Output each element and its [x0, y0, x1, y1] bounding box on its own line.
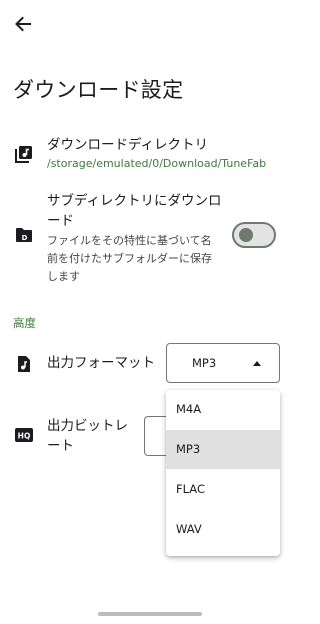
audio-file-icon	[15, 355, 33, 373]
page-title: ダウンロード設定	[13, 78, 184, 102]
caret-up-icon	[253, 361, 261, 366]
dropdown-option-mp3[interactable]: MP3	[166, 430, 280, 469]
output-bitrate-label-line1: 出力ビットレ	[47, 418, 128, 434]
svg-text:HQ: HQ	[18, 432, 31, 441]
download-directory-path: /storage/emulated/0/Download/TuneFab	[47, 157, 267, 170]
toggle-knob	[239, 228, 253, 242]
subdirectory-desc-line1: ファイルをその特性に基づいて名	[47, 234, 212, 247]
section-label-advanced: 高度	[13, 316, 36, 330]
output-format-value: MP3	[192, 356, 217, 370]
download-directory-title: ダウンロードディレクトリ	[47, 137, 209, 153]
dropdown-option-flac[interactable]: FLAC	[166, 470, 280, 509]
folder-d-icon: D	[15, 227, 33, 245]
dropdown-option-wav[interactable]: WAV	[166, 510, 280, 549]
folder-music-icon	[15, 145, 33, 163]
back-button[interactable]	[10, 12, 38, 36]
output-bitrate-label-line2: ート	[47, 438, 74, 454]
subdirectory-desc-line3: します	[47, 270, 80, 283]
hq-icon: HQ	[15, 428, 33, 442]
gesture-nav-handle[interactable]	[98, 612, 202, 616]
subdirectory-title-line1: サブディレクトリにダウンロ	[47, 193, 222, 209]
subdirectory-toggle[interactable]	[232, 222, 276, 248]
subdirectory-desc-line2: 前を付けたサブフォルダーに保存	[47, 252, 212, 265]
arrow-left-icon	[15, 16, 31, 32]
output-format-select[interactable]: MP3	[166, 343, 280, 383]
subdirectory-title-line2: ード	[47, 213, 74, 229]
output-format-label: 出力フォーマット	[47, 355, 155, 371]
dropdown-option-m4a[interactable]: M4A	[166, 390, 280, 429]
format-dropdown-menu: M4A MP3 FLAC WAV	[166, 390, 280, 556]
svg-text:D: D	[22, 234, 28, 242]
